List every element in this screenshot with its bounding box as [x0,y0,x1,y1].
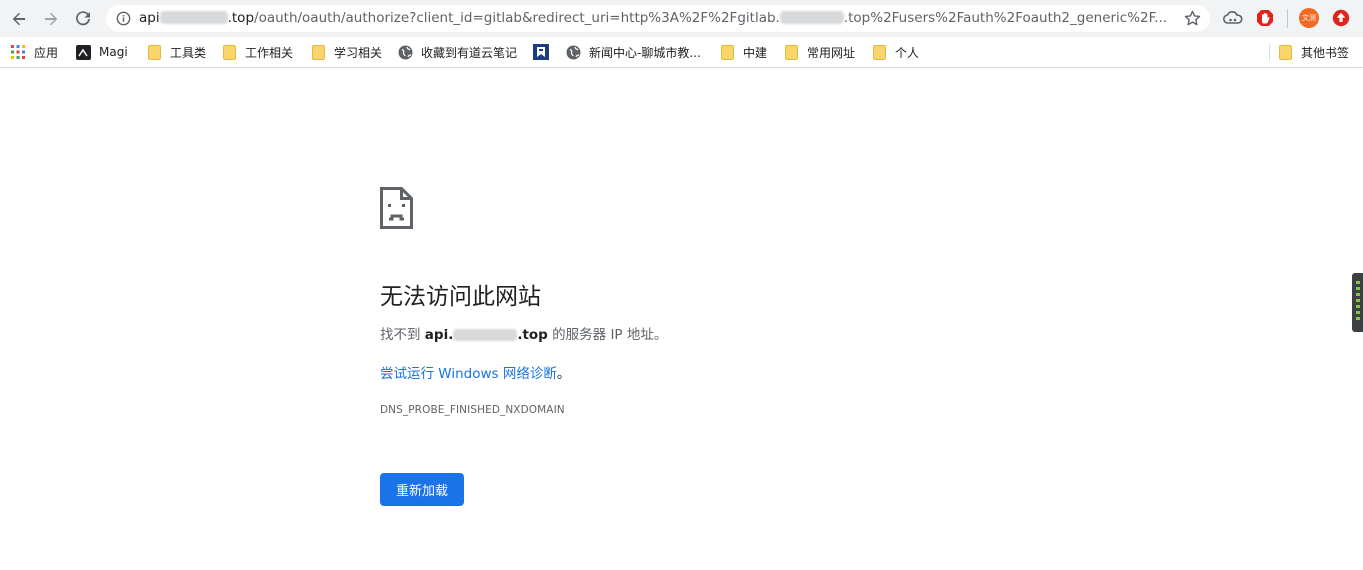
back-button[interactable] [6,6,32,32]
bookmark-folder-personal[interactable]: 个人 [871,37,919,67]
cloud-extension-button[interactable] [1222,7,1244,29]
forward-arrow-icon [45,12,58,26]
cloud-extension-icon [1223,11,1243,24]
suggestion-tail: 。 [556,366,571,382]
folder-icon [310,44,326,60]
bookmark-label: 应用 [34,45,59,60]
bookmark-folder-work[interactable]: 工作相关 [221,37,293,67]
error-host-prefix: api. [424,327,454,343]
folder-icon [221,44,237,60]
bookmark-youdao[interactable]: 收藏到有道云笔记 [397,37,517,67]
wenjing-avatar-icon: 文测 [1299,8,1319,28]
run-diagnostics-link[interactable]: 尝试运行 Windows 网络诊断 [380,366,557,382]
bookmark-label: 其他书签 [1301,45,1350,60]
reload-button[interactable]: 重新加载 [380,473,464,506]
bookmark-label: 个人 [895,45,920,60]
diagnostics-suggestion: 尝试运行 Windows 网络诊断。 [380,362,570,382]
url-host-prefix: api [139,10,160,26]
folder-icon [871,44,887,60]
browser-toolbar: api .top/oauth/oauth/authorize?client_id=… [0,0,1363,37]
folder-icon [719,44,735,60]
magi-logo-icon [75,44,91,60]
globe-icon [397,44,413,60]
url-path-a: /oauth/oauth/authorize?client_id=gitlab&… [254,10,780,26]
url-text[interactable]: api .top/oauth/oauth/authorize?client_id=… [139,9,1179,28]
bookmark-label: 工作相关 [245,45,294,60]
bookmark-folder-common-sites[interactable]: 常用网址 [783,37,855,67]
toolbar-divider [1287,9,1288,28]
bookmark-folder-tools[interactable]: 工具类 [146,37,206,67]
folder-icon [146,44,162,60]
bookmark-label: 新闻中心-聊城市教... [589,45,701,60]
error-message-suffix: 的服务器 IP 地址。 [547,327,668,343]
bookmark-label: 学习相关 [334,45,383,60]
forward-button[interactable] [38,6,64,32]
back-arrow-icon [12,12,25,26]
bookmark-folder-zhongjian[interactable]: 中建 [719,37,767,67]
bookmark-page-icon [533,44,549,60]
bookmarks-bar: 应用 Magi 工具类 工作相关 学习相关 收藏到有道云笔记 新闻中心-聊城市教… [0,37,1363,68]
folder-icon [783,44,799,60]
error-code: DNS_PROBE_FINISHED_NXDOMAIN [380,404,565,416]
adblock-button[interactable] [1254,7,1276,29]
url-path-b: .top%2Fusers%2Fauth%2Foauth2_generic%2F.… [843,10,1168,26]
redacted-host [453,329,518,341]
bookmark-folder-study[interactable]: 学习相关 [310,37,382,67]
bookmarks-divider [1269,44,1270,61]
side-panel-handle[interactable] [1352,273,1363,332]
bookmark-page[interactable] [533,37,557,67]
error-title: 无法访问此网站 [380,284,541,310]
bookmark-label: 中建 [743,45,768,60]
bookmark-news-center[interactable]: 新闻中心-聊城市教... [565,37,701,67]
bookmark-folder-other[interactable]: 其他书签 [1277,37,1349,67]
error-host-suffix: .top [517,327,548,343]
folder-icon [1277,44,1293,60]
bookmark-label: 常用网址 [807,45,856,60]
info-icon[interactable] [116,11,131,26]
wenjing-avatar-button[interactable]: 文测 [1298,7,1320,29]
upload-extension-button[interactable] [1330,7,1352,29]
upload-extension-icon [1332,9,1350,27]
redacted-domain [159,11,228,24]
reload-toolbar-button[interactable] [70,6,96,32]
redacted-domain-2 [779,11,844,24]
error-message: 找不到 api. .top 的服务器 IP 地址。 [380,323,667,343]
bookmark-label: 收藏到有道云笔记 [421,45,518,60]
sad-page-icon [380,187,413,229]
bookmark-apps[interactable]: 应用 [10,37,58,67]
adblock-icon [1257,10,1273,26]
refresh-icon [76,11,90,26]
address-bar[interactable]: api .top/oauth/oauth/authorize?client_id=… [106,5,1210,32]
bookmark-magi[interactable]: Magi [75,37,128,67]
globe-icon [565,44,581,60]
bookmark-label: Magi [99,45,128,59]
bookmark-star-icon[interactable] [1183,9,1202,28]
error-message-prefix: 找不到 [380,327,425,343]
url-host-suffix: .top [227,10,255,26]
bookmark-label: 工具类 [170,45,207,60]
apps-grid-icon [10,44,26,60]
